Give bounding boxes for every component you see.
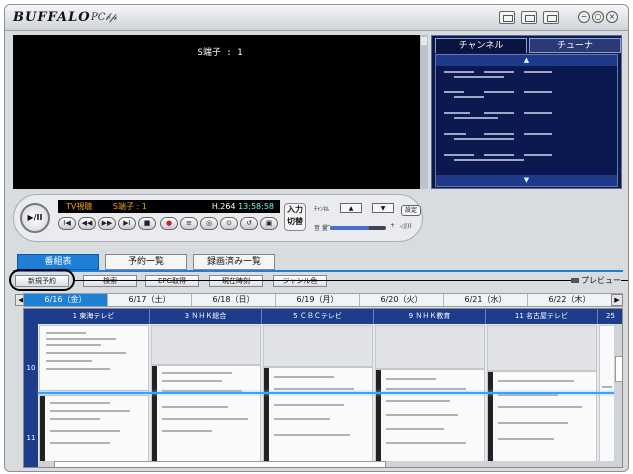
station-header-cell: 5 ＣＢＣテレビ: [262, 309, 374, 324]
normal-view-button[interactable]: [521, 11, 537, 24]
minimize-icon[interactable]: −: [578, 11, 590, 23]
station-header-cell: 1 東海テレビ: [38, 309, 150, 324]
volume-plus-icon[interactable]: +: [390, 222, 395, 229]
tab-underline: [13, 270, 623, 272]
program-cell[interactable]: [39, 325, 149, 391]
hour-label: 11: [26, 434, 36, 442]
preview-checkbox[interactable]: プレビュー: [571, 275, 621, 286]
date-tab[interactable]: 6/18（日）: [192, 294, 276, 306]
fast-forward-button[interactable]: ▶▶: [98, 217, 116, 230]
product-logo: PC𝒷𝓅: [91, 12, 117, 23]
skip-forward-button[interactable]: ▶I: [118, 217, 136, 230]
stop-button[interactable]: ■: [138, 217, 156, 230]
video-scrollbar[interactable]: [420, 35, 428, 189]
date-tab[interactable]: 6/22（木）: [528, 294, 612, 306]
channel-item[interactable]: [440, 152, 613, 166]
program-cell[interactable]: [263, 367, 373, 463]
codec-time: H.264 13:58:58: [212, 200, 274, 213]
genre-color-button[interactable]: ジャンル色: [273, 275, 327, 287]
close-icon[interactable]: ×: [606, 11, 618, 23]
mode-text: TV視聴: [66, 202, 93, 211]
full-view-button[interactable]: [543, 11, 559, 24]
tab-program-guide[interactable]: 番組表: [17, 254, 99, 270]
program-cell[interactable]: [375, 369, 485, 463]
time-column: 10 11: [24, 324, 38, 467]
codec-text: H.264: [211, 202, 236, 211]
channel-label: ﾁｬﾝﾈﾙ: [314, 206, 330, 213]
program-cell[interactable]: [375, 325, 485, 369]
repeat-icon[interactable]: ↺: [240, 217, 258, 230]
title-bar: BUFFALO PC𝒷𝓅 − ○ ×: [5, 5, 628, 31]
status-display: TV視聴 S端子 : 1 H.264 13:58:58: [58, 200, 280, 213]
epg-icon[interactable]: ◎: [200, 217, 218, 230]
search-button[interactable]: 検索: [83, 275, 137, 287]
date-next-button[interactable]: ▶: [611, 294, 623, 306]
record-button[interactable]: ●: [160, 217, 178, 230]
channel-volume-box: ﾁｬﾝﾈﾙ ▲ ▼ 設定 音 量 − + ◁))): [310, 199, 421, 237]
callout-line: [75, 280, 628, 281]
tab-channel[interactable]: チャンネル: [435, 38, 527, 53]
vertical-scrollbar[interactable]: [614, 324, 622, 467]
channel-up-button[interactable]: ▲: [340, 203, 362, 213]
date-tab[interactable]: 6/17（土）: [108, 294, 192, 306]
scroll-up-icon[interactable]: ▲: [436, 55, 617, 66]
program-cell[interactable]: [487, 371, 597, 463]
current-time-line: [38, 392, 622, 394]
time-text: 13:58:58: [238, 202, 274, 211]
capture-icon[interactable]: ▣: [260, 217, 278, 230]
volume-slider[interactable]: [330, 226, 386, 230]
date-row: 6/16（金） 6/17（土） 6/18（日） 6/19（月） 6/20（火） …: [23, 293, 623, 307]
epg-fetch-button[interactable]: EPG取得: [145, 275, 199, 287]
station-header-cell: 3 ＮＨＫ総合: [150, 309, 262, 324]
speaker-icon[interactable]: ◁))): [400, 223, 412, 230]
channel-panel: チャンネル チューナ ▲ ▼: [431, 35, 622, 189]
input-switch-button[interactable]: 入力 切替: [284, 203, 306, 231]
mini-view-button[interactable]: [499, 11, 515, 24]
audio-icon[interactable]: ⊙: [220, 217, 238, 230]
restore-icon[interactable]: ○: [592, 11, 604, 23]
scroll-down-icon[interactable]: ▼: [436, 175, 617, 186]
program-cell[interactable]: [487, 325, 597, 371]
date-tab[interactable]: 6/19（月）: [276, 294, 360, 306]
hour-label: 10: [26, 364, 36, 372]
date-tab[interactable]: 6/21（水）: [444, 294, 528, 306]
channel-item[interactable]: [440, 89, 613, 103]
video-display[interactable]: S端子 : 1: [13, 35, 428, 189]
date-tab[interactable]: 6/16（金）: [24, 294, 108, 306]
channel-item[interactable]: [440, 110, 613, 124]
brand-logo: BUFFALO: [13, 10, 91, 25]
guide-toolbar: 新規予約 検索 EPG取得 現在時刻 ジャンル色: [13, 273, 623, 290]
program-cell[interactable]: [39, 395, 149, 463]
station-header: 1 東海テレビ 3 ＮＨＫ総合 5 ＣＢＣテレビ 9 ＮＨＫ教育 11 名古屋テ…: [24, 309, 622, 324]
playback-controls: ▶/II TV視聴 S端子 : 1 H.264 13:58:58 I◀ ◀◀ ▶…: [13, 194, 423, 242]
app-window: BUFFALO PC𝒷𝓅 − ○ × S端子 : 1 チャンネル チューナ ▲: [4, 4, 629, 472]
channel-item[interactable]: [440, 69, 613, 83]
tab-tuner[interactable]: チューナ: [529, 38, 621, 53]
station-header-cell: 9 ＮＨＫ教育: [374, 309, 486, 324]
rewind-button[interactable]: ◀◀: [78, 217, 96, 230]
skip-back-button[interactable]: I◀: [58, 217, 76, 230]
source-text: S端子 : 1: [112, 202, 147, 211]
program-cell[interactable]: [151, 365, 261, 463]
video-source-label: S端子 : 1: [197, 48, 243, 58]
horizontal-scrollbar[interactable]: [38, 461, 616, 467]
settings-button[interactable]: 設定: [401, 205, 421, 216]
current-time-button[interactable]: 現在時刻: [209, 275, 263, 287]
tab-reservation-list[interactable]: 予約一覧: [105, 254, 187, 270]
highlight-ring: [9, 269, 75, 291]
station-header-cell: 25: [598, 309, 622, 324]
tab-recorded-list[interactable]: 録画済み一覧: [193, 254, 275, 270]
program-guide-grid: 1 東海テレビ 3 ＮＨＫ総合 5 ＣＢＣテレビ 9 ＮＨＫ教育 11 名古屋テ…: [23, 308, 623, 468]
menu-button[interactable]: ≡: [180, 217, 198, 230]
channel-list: ▲ ▼: [435, 54, 618, 187]
program-cell[interactable]: [263, 325, 373, 367]
play-pause-button[interactable]: ▶/II: [20, 203, 50, 233]
program-cell[interactable]: [151, 325, 261, 365]
program-cell[interactable]: [599, 325, 615, 463]
channel-down-button[interactable]: ▼: [372, 203, 394, 213]
channel-item[interactable]: [440, 131, 613, 145]
station-header-cell: 11 名古屋テレビ: [486, 309, 598, 324]
volume-fill: [330, 226, 370, 230]
date-tab[interactable]: 6/20（火）: [360, 294, 444, 306]
